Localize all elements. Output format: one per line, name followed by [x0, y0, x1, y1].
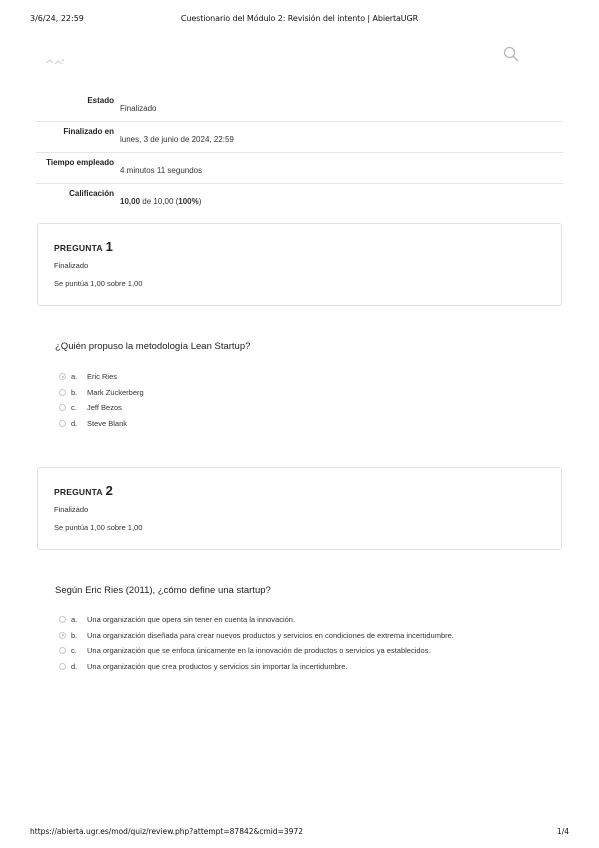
summary-label: Tiempo empleado: [46, 158, 114, 167]
radio-icon[interactable]: [59, 616, 66, 623]
question-number: 2: [105, 483, 113, 498]
grade-score: 10,00: [120, 197, 141, 206]
option-letter: a.: [71, 615, 78, 624]
summary-value: lunes, 3 de junio de 2024, 22:59: [120, 135, 234, 144]
question-heading: PREGUNTA 1: [54, 238, 113, 256]
question-heading: PREGUNTA 2: [54, 482, 113, 500]
question-state: Finalizado: [54, 261, 89, 270]
site-header: [36, 40, 563, 70]
option-text: Una organización que crea productos y se…: [87, 661, 348, 671]
print-header: 3/6/24, 22:59 Cuestionario del Módulo 2:…: [30, 14, 569, 26]
option-letter: d.: [71, 661, 78, 671]
summary-row-finished-on: Finalizado en lunes, 3 de junio de 2024,…: [36, 122, 563, 153]
option-letter: b.: [71, 630, 78, 640]
site-logo[interactable]: [44, 52, 66, 65]
option-letter: c.: [71, 403, 77, 412]
summary-value: 4 minutos 11 segundos: [120, 166, 203, 175]
option-letter: d.: [71, 418, 78, 428]
cutoff-text-fragment: [150, 74, 270, 78]
option-text: Mark Zuckerberg: [87, 387, 144, 397]
question-info-box: PREGUNTA 1 Finalizado Se puntúa 1,00 sobr…: [37, 223, 562, 306]
radio-icon[interactable]: [59, 404, 66, 411]
question-text: Según Eric Ries (2011), ¿cómo define una…: [55, 585, 271, 596]
question-text: ¿Quién propuso la metodología Lean Start…: [55, 341, 251, 352]
radio-icon[interactable]: [59, 419, 66, 427]
option-text: Una organización que se enfoca únicament…: [87, 646, 431, 655]
page-url: https://abierta.ugr.es/mod/quiz/review.p…: [30, 827, 304, 836]
option-text: Jeff Bezos: [87, 403, 122, 412]
summary-row-grade: Calificación 10,00 de 10,00 (100%): [36, 184, 563, 215]
question-grade: Se puntúa 1,00 sobre 1,00: [54, 279, 143, 288]
radio-icon[interactable]: [59, 662, 66, 670]
page-number: 1/4: [556, 827, 569, 836]
question-info-box: PREGUNTA 2 Finalizado Se puntúa 1,00 sobr…: [37, 467, 562, 550]
grade-percent: 100%: [178, 197, 199, 206]
summary-row-state: Estado Finalizado: [36, 91, 563, 122]
option-letter: a.: [71, 372, 78, 381]
question-grade: Se puntúa 1,00 sobre 1,00: [54, 523, 143, 532]
radio-icon[interactable]: [59, 647, 66, 654]
radio-selected-icon[interactable]: [59, 373, 66, 380]
option-letter: c.: [71, 646, 77, 655]
summary-value: Finalizado: [120, 104, 157, 113]
grade-of-text: de 10,00 (: [140, 197, 179, 206]
attempt-summary-table: Estado Finalizado Finalizado en lunes, 3…: [36, 91, 563, 215]
summary-label: Calificación: [69, 189, 114, 198]
option-text: Una organización que opera sin tener en …: [87, 615, 296, 624]
print-page-title: Cuestionario del Módulo 2: Revisión del …: [180, 14, 419, 23]
summary-label: Finalizado en: [63, 127, 114, 136]
summary-grade-value: 10,00 de 10,00 (100%): [120, 197, 201, 206]
grade-close: ): [198, 197, 202, 206]
option-letter: b.: [71, 387, 78, 397]
question-state: Finalizado: [54, 505, 89, 514]
option-text: Eric Ries: [87, 372, 118, 381]
summary-row-time-taken: Tiempo empleado 4 minutos 11 segundos: [36, 153, 563, 184]
search-icon[interactable]: [503, 46, 519, 62]
question-word: PREGUNTA: [54, 243, 103, 253]
print-footer: https://abierta.ugr.es/mod/quiz/review.p…: [30, 827, 569, 839]
question-number: 1: [105, 239, 113, 254]
option-text: Una organización diseñada para crear nue…: [87, 630, 454, 640]
question-word: PREGUNTA: [54, 487, 103, 497]
radio-selected-icon[interactable]: [59, 631, 66, 639]
option-text: Steve Blank: [87, 418, 128, 428]
summary-label: Estado: [87, 96, 114, 105]
radio-icon[interactable]: [59, 388, 66, 396]
